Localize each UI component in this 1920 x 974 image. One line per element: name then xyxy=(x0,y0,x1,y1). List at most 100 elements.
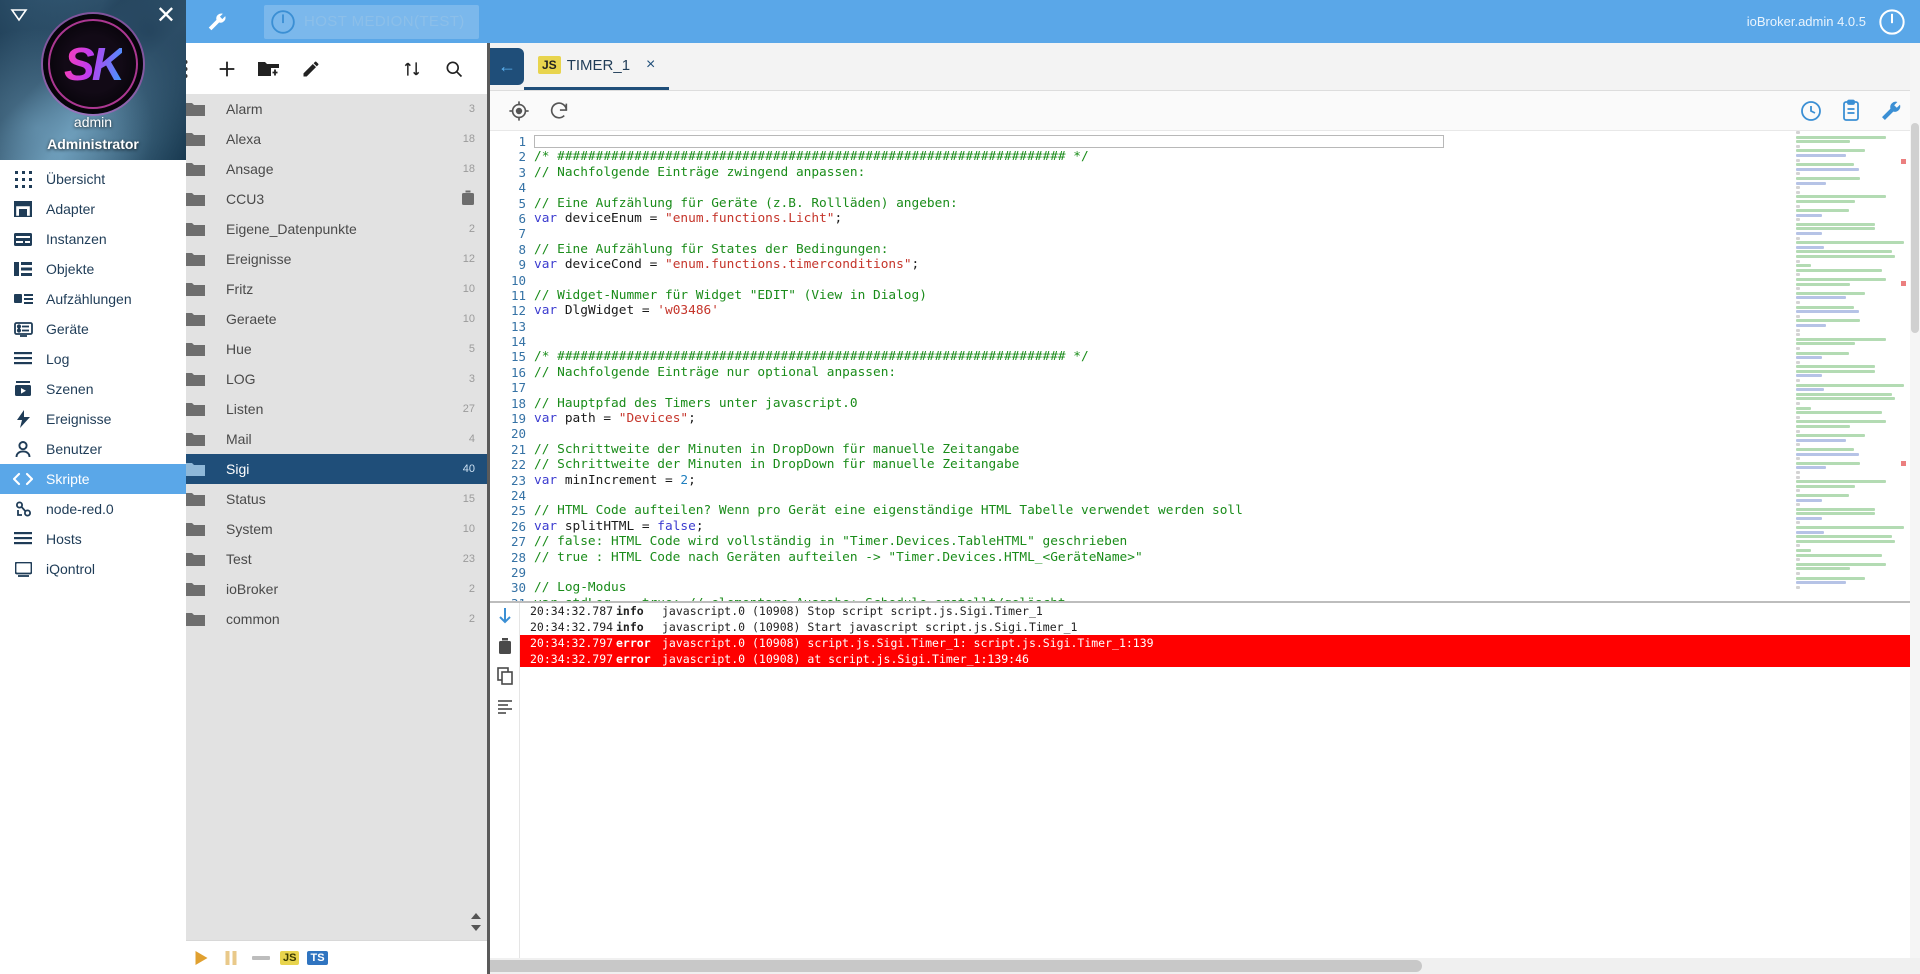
tree-row[interactable]: ›Listen27 xyxy=(152,394,487,424)
host-label: HOST MEDION(TEST) xyxy=(304,13,465,30)
sidebar-item-objekte[interactable]: Objekte xyxy=(0,254,186,284)
vertical-scrollbar[interactable] xyxy=(1910,43,1920,958)
tree-row[interactable]: ›Mail4 xyxy=(152,424,487,454)
tree-row[interactable]: ›Fritz10 xyxy=(152,274,487,304)
delete-folder-icon[interactable] xyxy=(461,190,475,209)
tree-row[interactable]: CCU3 xyxy=(152,184,487,214)
script-tree-list[interactable]: ›Alarm3›Alexa18›Ansage18CCU3›Eigene_Date… xyxy=(152,94,487,794)
add-folder-icon[interactable] xyxy=(250,50,288,88)
tree-row-count: 3 xyxy=(468,373,475,385)
user-icon xyxy=(12,439,34,459)
expand-collapse-icon[interactable] xyxy=(393,50,431,88)
wrench-settings-icon[interactable] xyxy=(1878,98,1904,124)
js-badge[interactable]: JS xyxy=(280,950,300,965)
history-clock-icon[interactable] xyxy=(1798,98,1824,124)
edit-icon[interactable] xyxy=(292,50,330,88)
sidebar-item-ger-te[interactable]: Geräte xyxy=(0,314,186,344)
code-line: // Schrittweite der Minuten in DropDown … xyxy=(534,441,1020,457)
ts-badge[interactable]: TS xyxy=(307,950,328,965)
tree-row-label: Test xyxy=(226,551,252,567)
log-console: 20:34:32.787 info javascript.0 (10908) Sto… xyxy=(490,601,1920,958)
clipboard-icon[interactable] xyxy=(1838,98,1864,124)
version-label: ioBroker.admin 4.0.5 xyxy=(1746,14,1866,29)
sidebar-item-ereignisse[interactable]: Ereignisse xyxy=(0,404,186,434)
code-line: // Hauptpfad des Timers unter javascript… xyxy=(534,395,858,411)
log-row[interactable]: 20:34:32.794 info javascript.0 (10908) Sta… xyxy=(520,619,1920,635)
search-icon[interactable] xyxy=(435,50,473,88)
tree-row[interactable]: ›LOG3 xyxy=(152,364,487,394)
sidebar-item-label: Geräte xyxy=(46,321,89,337)
tree-row[interactable]: ›Alexa18 xyxy=(152,124,487,154)
line-number: 11 xyxy=(510,287,526,303)
log-severity: error xyxy=(616,652,651,666)
sidebar-item-instanzen[interactable]: Instanzen xyxy=(0,224,186,254)
play-icon[interactable] xyxy=(190,947,212,969)
tree-row[interactable]: ›Ansage18 xyxy=(152,154,487,184)
sidebar-item-adapter[interactable]: Adapter xyxy=(0,194,186,224)
add-script-icon[interactable] xyxy=(208,50,246,88)
pause-outline-icon[interactable] xyxy=(220,947,242,969)
code-editor[interactable]: 1 2 3 4 5 6 7 8 9 10 11 12 13 14 15 16 17 18 19 20 21 22 23 24 2… xyxy=(490,131,1920,611)
tree-row[interactable]: ›Hue5 xyxy=(152,334,487,364)
grid-icon xyxy=(12,169,34,189)
tree-row[interactable]: ›ioBroker2 xyxy=(152,574,487,604)
line-number: 27 xyxy=(510,534,526,550)
power-icon[interactable] xyxy=(1878,8,1906,36)
tree-row-count: 18 xyxy=(462,133,475,145)
back-arrow-icon[interactable]: ← xyxy=(490,48,524,85)
log-row[interactable]: 20:34:32.797 error javascript.0 (10908) at… xyxy=(520,651,1920,667)
tree-row-count: 23 xyxy=(462,553,475,565)
line-number: 7 xyxy=(518,226,526,242)
list-log-icon[interactable] xyxy=(494,695,516,717)
sidebar-item-benutzer[interactable]: Benutzer xyxy=(0,434,186,464)
sidebar-item--bersicht[interactable]: Übersicht xyxy=(0,164,186,194)
sidebar-item-hosts[interactable]: Hosts xyxy=(0,524,186,554)
wrench-icon[interactable] xyxy=(200,5,234,39)
close-icon[interactable]: ✕ xyxy=(156,4,176,28)
vertical-scroll-thumb[interactable] xyxy=(1911,123,1919,333)
sidebar-item-aufz-hlungen[interactable]: Aufzählungen xyxy=(0,284,186,314)
log-rows[interactable]: 20:34:32.787 info javascript.0 (10908) Sto… xyxy=(520,603,1920,958)
sidebar-item-skripte[interactable]: Skripte xyxy=(0,464,186,494)
tree-scroll-updown-icon[interactable] xyxy=(469,911,483,936)
line-number: 20 xyxy=(510,426,526,442)
text-cursor-line[interactable] xyxy=(534,135,1444,148)
line-number: 14 xyxy=(510,334,526,350)
tree-row[interactable]: ›Alarm3 xyxy=(152,94,487,124)
code-content[interactable]: /* #####################################… xyxy=(534,131,1920,611)
log-row[interactable]: 20:34:32.787 info javascript.0 (10908) Sto… xyxy=(520,603,1920,619)
sidebar-item-iqontrol[interactable]: iQontrol xyxy=(0,554,186,584)
copy-log-icon[interactable] xyxy=(494,665,516,687)
tree-row[interactable]: ›System10 xyxy=(152,514,487,544)
collapse-triangle-icon[interactable] xyxy=(10,6,28,29)
close-icon[interactable]: × xyxy=(646,56,655,74)
delete-log-icon[interactable] xyxy=(494,635,516,657)
locate-target-icon[interactable] xyxy=(506,98,532,124)
line-number: 8 xyxy=(518,241,526,257)
power-icon xyxy=(270,9,296,35)
code-line: var deviceCond = "enum.functions.timerco… xyxy=(534,257,920,273)
code-line: // Schrittweite der Minuten in DropDown … xyxy=(534,457,1020,473)
sidebar-nav: Übersicht Adapter Instanzen Objekte Aufzählu… xyxy=(0,160,186,584)
tree-row[interactable]: ›common2 xyxy=(152,604,487,634)
tree-row[interactable]: ›Status15 xyxy=(152,484,487,514)
reload-icon[interactable] xyxy=(546,98,572,124)
host-selector[interactable]: HOST MEDION(TEST) xyxy=(264,4,479,39)
sidebar-item-node-red-0[interactable]: node-red.0 xyxy=(0,494,186,524)
tree-row[interactable]: ›Test23 xyxy=(152,544,487,574)
sidebar-item-szenen[interactable]: Szenen xyxy=(0,374,186,404)
tab-timer-1[interactable]: JS TIMER_1 × xyxy=(524,43,670,90)
tree-row-label: ioBroker xyxy=(226,581,279,597)
tree-row-label: common xyxy=(226,611,280,627)
log-row[interactable]: 20:34:32.797 error javascript.0 (10908) sc… xyxy=(520,635,1920,651)
tree-row[interactable]: ›Ereignisse12 xyxy=(152,244,487,274)
blockly-icon[interactable] xyxy=(250,947,272,969)
tree-row[interactable]: ›Geraete10 xyxy=(152,304,487,334)
scroll-down-icon[interactable] xyxy=(494,605,516,627)
tree-row[interactable]: ›Eigene_Datenpunkte2 xyxy=(152,214,487,244)
line-number: 22 xyxy=(510,457,526,473)
tree-row[interactable]: Sigi 40 xyxy=(152,454,487,484)
sidebar-item-log[interactable]: Log xyxy=(0,344,186,374)
script-tree-panel: ›Alarm3›Alexa18›Ansage18CCU3›Eigene_Date… xyxy=(152,43,490,974)
script-tree-toolbar xyxy=(152,43,487,94)
